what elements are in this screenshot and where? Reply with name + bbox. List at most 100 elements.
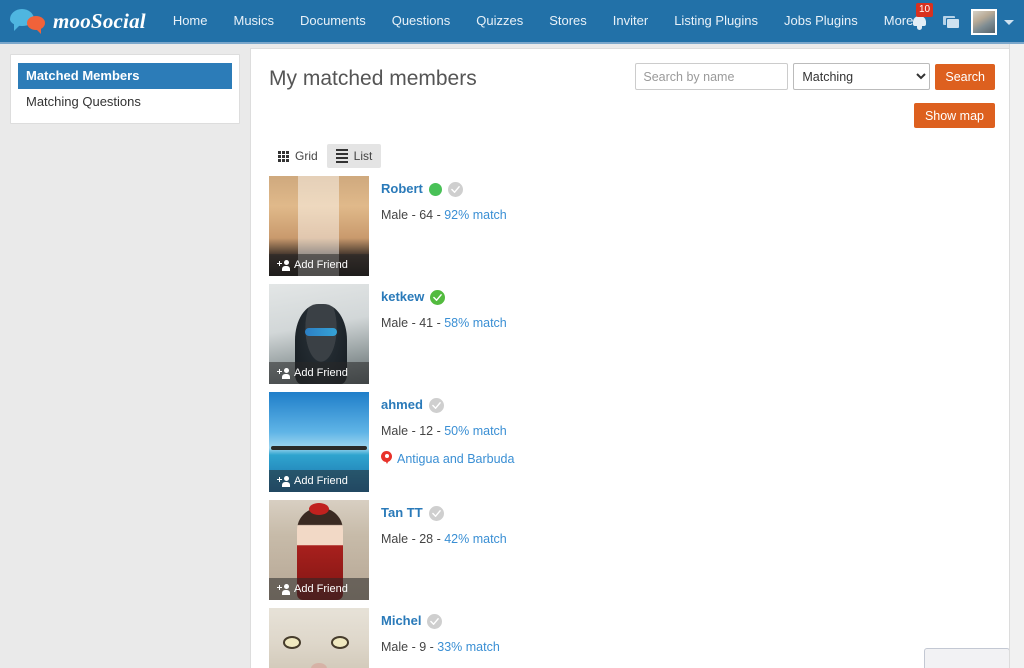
grid-icon bbox=[278, 150, 289, 162]
member-meta-prefix: Male - 9 - bbox=[381, 640, 438, 654]
verified-badge-icon[interactable] bbox=[447, 181, 463, 197]
user-avatar[interactable] bbox=[971, 9, 997, 35]
nav-link-inviter[interactable]: Inviter bbox=[600, 0, 661, 42]
member-info: ahmed Male - 12 - 50% match Antigua and … bbox=[369, 392, 514, 492]
add-friend-button[interactable]: Add Friend bbox=[269, 362, 369, 384]
member-match-percent[interactable]: 42% match bbox=[444, 532, 507, 546]
member-meta-prefix: Male - 28 - bbox=[381, 532, 445, 546]
nav-link-musics[interactable]: Musics bbox=[221, 0, 287, 42]
member-info: Tan TT Male - 28 - 42% match bbox=[369, 500, 507, 600]
nav-link-listing-plugins[interactable]: Listing Plugins bbox=[661, 0, 771, 42]
member-photo[interactable]: Add Friend bbox=[269, 284, 369, 384]
member-meta: Male - 9 - 33% match bbox=[381, 639, 500, 655]
verified-badge-icon[interactable] bbox=[427, 613, 443, 629]
navbar-right-actions: 10 bbox=[903, 0, 1018, 44]
search-input[interactable] bbox=[635, 63, 789, 90]
member-info: Michel Male - 9 - 33% match bbox=[369, 608, 500, 668]
add-friend-button[interactable]: Add Friend bbox=[269, 254, 369, 276]
member-info: ketkew Male - 41 - 58% match bbox=[369, 284, 507, 384]
view-toggle: Grid List bbox=[269, 144, 995, 168]
sidebar-item-matching-questions[interactable]: Matching Questions bbox=[18, 89, 232, 115]
list-item: Add Friend ahmed Male - 12 - 50% match A… bbox=[269, 392, 995, 492]
sidebar-item-matched-members[interactable]: Matched Members bbox=[18, 63, 232, 89]
add-friend-icon bbox=[277, 367, 290, 379]
member-meta: Male - 64 - 92% match bbox=[381, 207, 507, 223]
member-name-row: Tan TT bbox=[381, 505, 507, 521]
member-meta: Male - 28 - 42% match bbox=[381, 531, 507, 547]
member-name-row: ketkew bbox=[381, 289, 507, 305]
member-name[interactable]: Tan TT bbox=[381, 505, 423, 521]
member-name[interactable]: ketkew bbox=[381, 289, 424, 305]
search-button[interactable]: Search bbox=[935, 63, 995, 90]
view-toggle-grid-label: Grid bbox=[295, 149, 318, 163]
notifications-button[interactable]: 10 bbox=[903, 0, 935, 44]
member-name[interactable]: ahmed bbox=[381, 397, 423, 413]
chat-bar-stub[interactable] bbox=[924, 648, 1010, 668]
nav-link-documents[interactable]: Documents bbox=[287, 0, 379, 42]
verified-badge-icon[interactable] bbox=[428, 505, 444, 521]
member-match-percent[interactable]: 33% match bbox=[437, 640, 500, 654]
add-friend-button[interactable]: Add Friend bbox=[269, 470, 369, 492]
nav-link-home[interactable]: Home bbox=[160, 0, 221, 42]
map-pin-icon bbox=[381, 451, 392, 466]
brand-name: mooSocial bbox=[53, 8, 146, 33]
member-photo[interactable]: Add Friend bbox=[269, 392, 369, 492]
sidebar: Matched Members Matching Questions bbox=[0, 44, 250, 134]
view-toggle-grid[interactable]: Grid bbox=[269, 144, 327, 168]
search-row: Matching Newest Nearest Search bbox=[635, 63, 995, 90]
show-map-row: Show map bbox=[635, 103, 995, 128]
add-friend-label: Add Friend bbox=[294, 259, 348, 271]
nav-link-jobs-plugins[interactable]: Jobs Plugins bbox=[771, 0, 871, 42]
speech-bubbles-logo-icon bbox=[10, 8, 48, 34]
nav-link-questions[interactable]: Questions bbox=[379, 0, 464, 42]
member-match-percent[interactable]: 58% match bbox=[444, 316, 507, 330]
list-icon bbox=[335, 149, 348, 163]
page-body: Matched Members Matching Questions My ma… bbox=[0, 44, 1024, 668]
main-panel: My matched members Matching Newest Neare… bbox=[250, 48, 1014, 668]
main-column: My matched members Matching Newest Neare… bbox=[250, 44, 1024, 668]
messages-button[interactable] bbox=[935, 0, 967, 44]
add-friend-button[interactable]: Add Friend bbox=[269, 578, 369, 600]
view-toggle-list[interactable]: List bbox=[326, 144, 382, 168]
verified-badge-icon[interactable] bbox=[430, 289, 446, 305]
nav-link-quizzes[interactable]: Quizzes bbox=[463, 0, 536, 42]
page-scrollbar[interactable] bbox=[1009, 44, 1024, 668]
top-navbar: mooSocial Home Musics Documents Question… bbox=[0, 0, 1024, 44]
list-item: Add Friend ketkew Male - 41 - 58% match bbox=[269, 284, 995, 384]
online-status-icon bbox=[428, 182, 442, 196]
member-name-row: Michel bbox=[381, 613, 500, 629]
member-list: Add Friend Robert Male - 64 - 92% match … bbox=[269, 176, 995, 668]
add-friend-icon bbox=[277, 259, 290, 271]
nav-link-stores[interactable]: Stores bbox=[536, 0, 600, 42]
member-photo[interactable]: Add Friend bbox=[269, 608, 369, 668]
member-name[interactable]: Michel bbox=[381, 613, 421, 629]
member-photo[interactable]: Add Friend bbox=[269, 176, 369, 276]
add-friend-icon bbox=[277, 475, 290, 487]
member-match-percent[interactable]: 50% match bbox=[444, 424, 507, 438]
add-friend-label: Add Friend bbox=[294, 475, 348, 487]
show-map-button[interactable]: Show map bbox=[913, 103, 995, 128]
brand-logo[interactable]: mooSocial bbox=[10, 8, 146, 34]
member-meta: Male - 41 - 58% match bbox=[381, 315, 507, 331]
member-photo[interactable]: Add Friend bbox=[269, 500, 369, 600]
add-friend-label: Add Friend bbox=[294, 367, 348, 379]
search-filter-select[interactable]: Matching Newest Nearest bbox=[793, 63, 931, 90]
member-location[interactable]: Antigua and Barbuda bbox=[381, 451, 514, 466]
member-match-percent[interactable]: 92% match bbox=[444, 208, 507, 222]
chevron-down-icon[interactable] bbox=[1004, 19, 1014, 25]
view-toggle-list-label: List bbox=[353, 149, 373, 163]
bell-icon bbox=[912, 15, 926, 30]
member-meta-prefix: Male - 41 - bbox=[381, 316, 445, 330]
member-name[interactable]: Robert bbox=[381, 181, 423, 197]
primary-nav: Home Musics Documents Questions Quizzes … bbox=[160, 0, 927, 42]
member-location-label: Antigua and Barbuda bbox=[397, 451, 515, 466]
chat-icon bbox=[943, 15, 959, 29]
search-area: Matching Newest Nearest Search Show map bbox=[635, 63, 995, 128]
verified-badge-icon[interactable] bbox=[428, 397, 444, 413]
member-meta: Male - 12 - 50% match bbox=[381, 423, 514, 439]
add-friend-label: Add Friend bbox=[294, 583, 348, 595]
member-meta-prefix: Male - 64 - bbox=[381, 208, 445, 222]
sidebar-card: Matched Members Matching Questions bbox=[10, 54, 240, 124]
list-item: Add Friend Robert Male - 64 - 92% match bbox=[269, 176, 995, 276]
member-info: Robert Male - 64 - 92% match bbox=[369, 176, 507, 276]
